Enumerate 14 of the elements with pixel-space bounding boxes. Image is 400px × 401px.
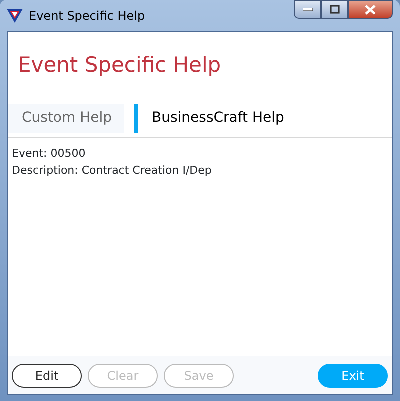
page-heading: Event Specific Help [18,53,222,77]
info-line: Event: 00500 [12,146,87,162]
info-line: Description: Contract Creation I/Dep [12,162,213,178]
tab[interactable]: BusinessCraft Help [134,104,296,133]
edit-button[interactable]: Edit [12,364,82,388]
close-icon [365,4,376,14]
minimize-icon [302,8,312,12]
app-logo-icon [7,8,23,22]
tab[interactable]: Custom Help [8,104,124,133]
minimize-button[interactable] [294,0,321,19]
window-title: Event Specific Help [29,8,146,24]
close-button[interactable] [348,0,393,19]
maximize-icon [330,5,340,14]
maximize-button[interactable] [321,0,348,19]
